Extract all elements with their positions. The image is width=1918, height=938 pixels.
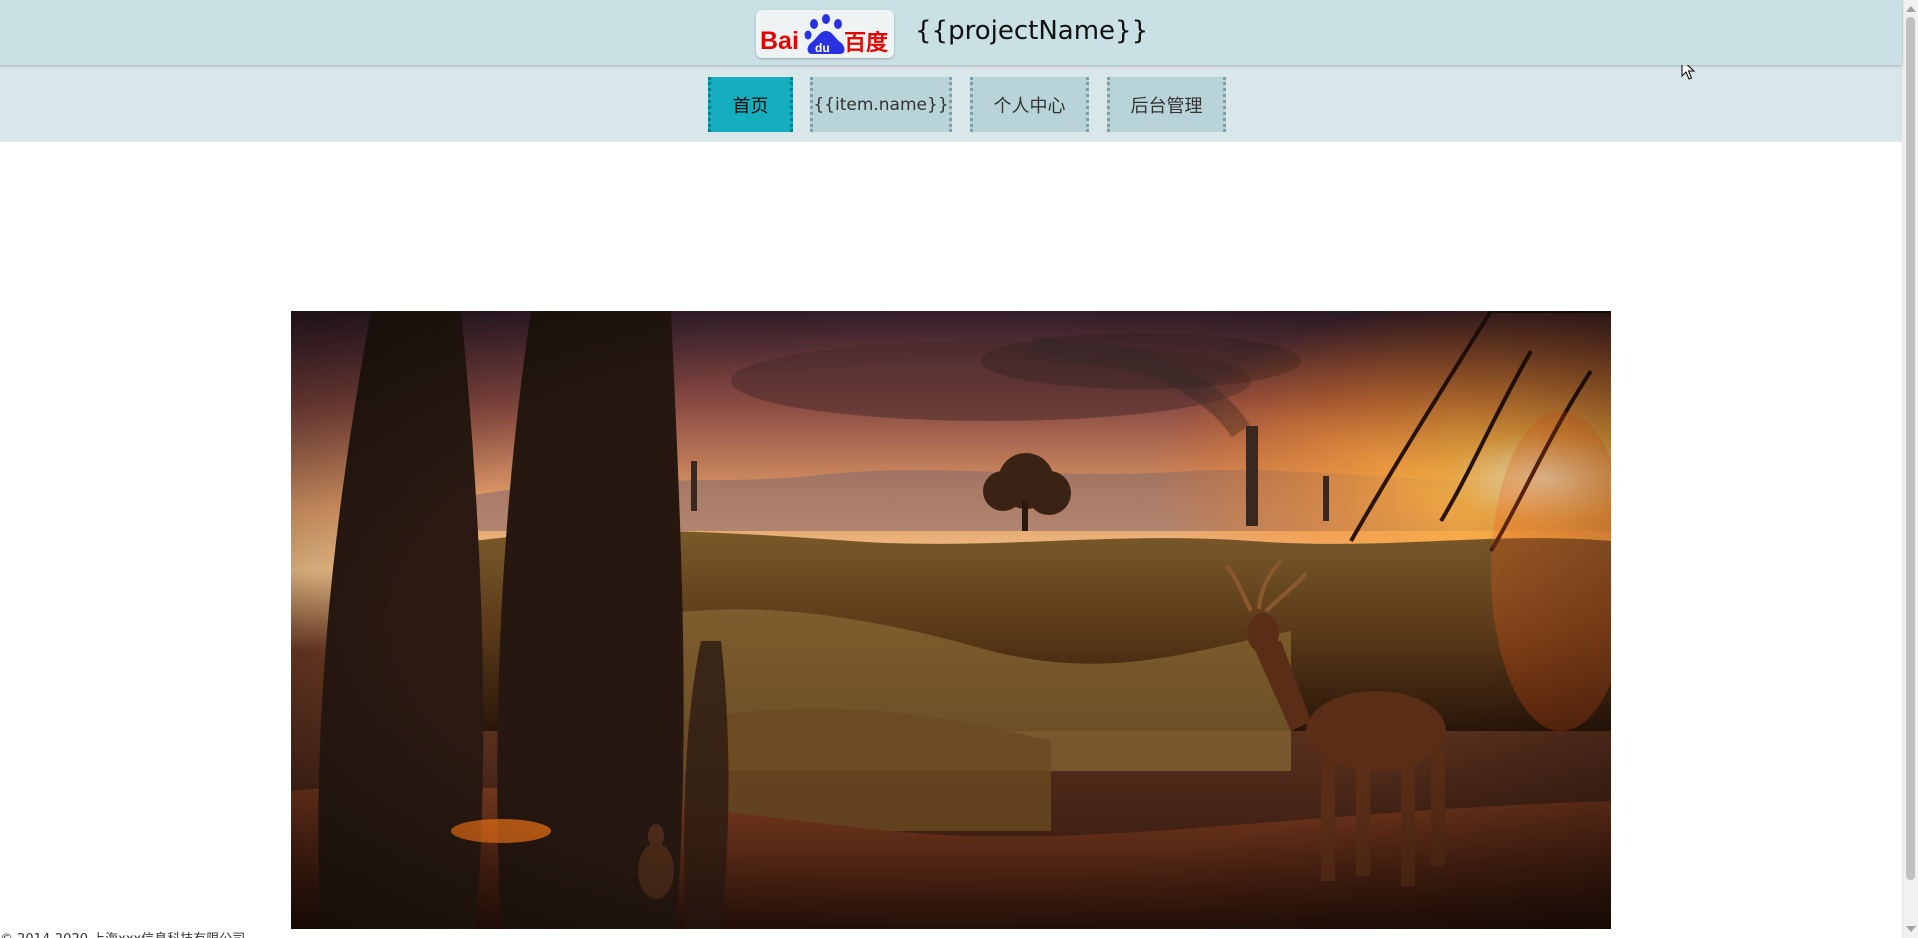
nav-item-label: 首页 — [732, 95, 769, 117]
nav-item-label: {{item.name}} — [813, 94, 949, 115]
svg-text:百度: 百度 — [844, 30, 889, 56]
nav-item-personal-center[interactable]: 个人中心 — [970, 77, 1089, 132]
vertical-scrollbar[interactable] — [1902, 0, 1918, 938]
nav-item-admin[interactable]: 后台管理 — [1107, 77, 1226, 132]
nav-item-dynamic[interactable]: {{item.name}} — [810, 77, 952, 132]
header: Bai du 百度 {{projectName}} — [0, 0, 1902, 65]
nav-item-home[interactable]: 首页 — [708, 77, 793, 132]
scroll-down-icon[interactable] — [1906, 926, 1916, 932]
scroll-thumb[interactable] — [1906, 17, 1915, 880]
nav-item-label: 后台管理 — [1130, 95, 1203, 117]
baidu-logo[interactable]: Bai du 百度 — [756, 10, 894, 58]
main-nav: 首页 {{item.name}} 个人中心 后台管理 — [0, 65, 1902, 142]
landscape-deer-sunset-image — [291, 311, 1611, 929]
svg-text:du: du — [815, 41, 830, 55]
scroll-up-icon[interactable] — [1906, 6, 1916, 12]
svg-text:Bai: Bai — [760, 27, 799, 55]
baidu-logo-icon: Bai du 百度 — [760, 14, 889, 56]
banner-image — [291, 311, 1611, 929]
page: Bai du 百度 {{projectName}} 首页 {{item.name… — [0, 0, 1918, 938]
footer-copyright: © 2014-2020 上海xxx信息科技有限公司 — [0, 928, 245, 938]
project-name: {{projectName}} — [915, 16, 1149, 46]
nav-item-label: 个人中心 — [993, 95, 1066, 117]
